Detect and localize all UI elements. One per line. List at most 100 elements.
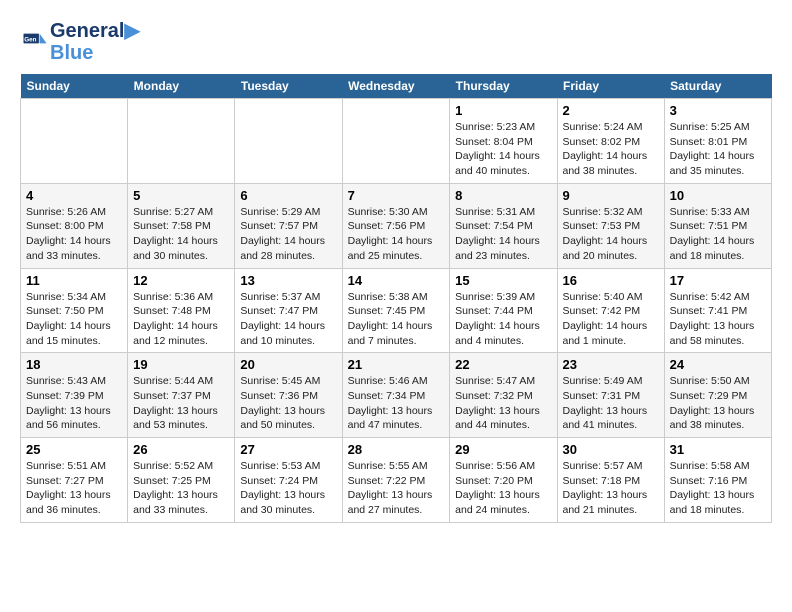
calendar-week-row: 18 Sunrise: 5:43 AM Sunset: 7:39 PM Dayli…	[21, 353, 772, 438]
calendar-cell: 17 Sunrise: 5:42 AM Sunset: 7:41 PM Dayli…	[664, 268, 771, 353]
day-number: 3	[670, 103, 766, 118]
day-number: 7	[348, 188, 445, 203]
calendar-cell: 19 Sunrise: 5:44 AM Sunset: 7:37 PM Dayli…	[128, 353, 235, 438]
calendar-cell: 12 Sunrise: 5:36 AM Sunset: 7:48 PM Dayli…	[128, 268, 235, 353]
calendar-cell: 22 Sunrise: 5:47 AM Sunset: 7:32 PM Dayli…	[450, 353, 557, 438]
day-number: 12	[133, 273, 229, 288]
calendar-cell	[342, 99, 450, 184]
page-header: Gen General▶ Blue	[20, 20, 772, 64]
day-info: Sunrise: 5:53 AM Sunset: 7:24 PM Dayligh…	[240, 459, 336, 518]
day-number: 19	[133, 357, 229, 372]
day-info: Sunrise: 5:23 AM Sunset: 8:04 PM Dayligh…	[455, 120, 551, 179]
day-info: Sunrise: 5:34 AM Sunset: 7:50 PM Dayligh…	[26, 290, 122, 349]
calendar-cell: 11 Sunrise: 5:34 AM Sunset: 7:50 PM Dayli…	[21, 268, 128, 353]
calendar-cell: 9 Sunrise: 5:32 AM Sunset: 7:53 PM Daylig…	[557, 183, 664, 268]
day-header-monday: Monday	[128, 74, 235, 99]
calendar-cell: 26Sunrise: 5:52 AM Sunset: 7:25 PM Dayli…	[128, 438, 235, 523]
day-info: Sunrise: 5:44 AM Sunset: 7:37 PM Dayligh…	[133, 374, 229, 433]
day-info: Sunrise: 5:40 AM Sunset: 7:42 PM Dayligh…	[563, 290, 659, 349]
day-info: Sunrise: 5:42 AM Sunset: 7:41 PM Dayligh…	[670, 290, 766, 349]
day-info: Sunrise: 5:26 AM Sunset: 8:00 PM Dayligh…	[26, 205, 122, 264]
calendar-cell: 6 Sunrise: 5:29 AM Sunset: 7:57 PM Daylig…	[235, 183, 342, 268]
day-info: Sunrise: 5:33 AM Sunset: 7:51 PM Dayligh…	[670, 205, 766, 264]
day-info: Sunrise: 5:24 AM Sunset: 8:02 PM Dayligh…	[563, 120, 659, 179]
calendar-cell	[128, 99, 235, 184]
day-number: 22	[455, 357, 551, 372]
day-header-tuesday: Tuesday	[235, 74, 342, 99]
day-number: 15	[455, 273, 551, 288]
calendar-cell: 24Sunrise: 5:50 AM Sunset: 7:29 PM Dayli…	[664, 353, 771, 438]
day-info: Sunrise: 5:45 AM Sunset: 7:36 PM Dayligh…	[240, 374, 336, 433]
day-info: Sunrise: 5:43 AM Sunset: 7:39 PM Dayligh…	[26, 374, 122, 433]
calendar-cell: 30 Sunrise: 5:57 AM Sunset: 7:18 PM Dayli…	[557, 438, 664, 523]
day-header-sunday: Sunday	[21, 74, 128, 99]
logo-icon: Gen	[20, 28, 48, 56]
day-header-friday: Friday	[557, 74, 664, 99]
day-info: Sunrise: 5:32 AM Sunset: 7:53 PM Dayligh…	[563, 205, 659, 264]
day-info: Sunrise: 5:55 AM Sunset: 7:22 PM Dayligh…	[348, 459, 445, 518]
calendar-cell	[235, 99, 342, 184]
svg-text:Gen: Gen	[24, 36, 36, 43]
calendar-cell: 10Sunrise: 5:33 AM Sunset: 7:51 PM Dayli…	[664, 183, 771, 268]
day-info: Sunrise: 5:39 AM Sunset: 7:44 PM Dayligh…	[455, 290, 551, 349]
day-number: 21	[348, 357, 445, 372]
day-number: 31	[670, 442, 766, 457]
calendar-cell: 23 Sunrise: 5:49 AM Sunset: 7:31 PM Dayli…	[557, 353, 664, 438]
calendar-cell: 29 Sunrise: 5:56 AM Sunset: 7:20 PM Dayli…	[450, 438, 557, 523]
calendar-cell: 4 Sunrise: 5:26 AM Sunset: 8:00 PM Daylig…	[21, 183, 128, 268]
calendar-week-row: 25 Sunrise: 5:51 AM Sunset: 7:27 PM Dayli…	[21, 438, 772, 523]
day-number: 23	[563, 357, 659, 372]
day-header-thursday: Thursday	[450, 74, 557, 99]
day-info: Sunrise: 5:51 AM Sunset: 7:27 PM Dayligh…	[26, 459, 122, 518]
day-number: 11	[26, 273, 122, 288]
day-info: Sunrise: 5:47 AM Sunset: 7:32 PM Dayligh…	[455, 374, 551, 433]
calendar-cell: 28Sunrise: 5:55 AM Sunset: 7:22 PM Dayli…	[342, 438, 450, 523]
calendar-cell: 14Sunrise: 5:38 AM Sunset: 7:45 PM Dayli…	[342, 268, 450, 353]
calendar-cell: 8 Sunrise: 5:31 AM Sunset: 7:54 PM Daylig…	[450, 183, 557, 268]
calendar-week-row: 4 Sunrise: 5:26 AM Sunset: 8:00 PM Daylig…	[21, 183, 772, 268]
calendar-cell: 13 Sunrise: 5:37 AM Sunset: 7:47 PM Dayli…	[235, 268, 342, 353]
day-info: Sunrise: 5:36 AM Sunset: 7:48 PM Dayligh…	[133, 290, 229, 349]
day-info: Sunrise: 5:50 AM Sunset: 7:29 PM Dayligh…	[670, 374, 766, 433]
day-header-saturday: Saturday	[664, 74, 771, 99]
day-header-wednesday: Wednesday	[342, 74, 450, 99]
calendar-cell: 31Sunrise: 5:58 AM Sunset: 7:16 PM Dayli…	[664, 438, 771, 523]
day-info: Sunrise: 5:57 AM Sunset: 7:18 PM Dayligh…	[563, 459, 659, 518]
day-number: 4	[26, 188, 122, 203]
day-number: 25	[26, 442, 122, 457]
day-info: Sunrise: 5:56 AM Sunset: 7:20 PM Dayligh…	[455, 459, 551, 518]
calendar-week-row: 1 Sunrise: 5:23 AM Sunset: 8:04 PM Daylig…	[21, 99, 772, 184]
day-number: 29	[455, 442, 551, 457]
day-info: Sunrise: 5:31 AM Sunset: 7:54 PM Dayligh…	[455, 205, 551, 264]
calendar-cell	[21, 99, 128, 184]
day-info: Sunrise: 5:27 AM Sunset: 7:58 PM Dayligh…	[133, 205, 229, 264]
day-number: 30	[563, 442, 659, 457]
day-number: 1	[455, 103, 551, 118]
day-info: Sunrise: 5:37 AM Sunset: 7:47 PM Dayligh…	[240, 290, 336, 349]
calendar-cell: 15 Sunrise: 5:39 AM Sunset: 7:44 PM Dayli…	[450, 268, 557, 353]
logo: Gen General▶ Blue	[20, 20, 140, 64]
day-number: 13	[240, 273, 336, 288]
day-info: Sunrise: 5:49 AM Sunset: 7:31 PM Dayligh…	[563, 374, 659, 433]
logo-line1: General▶	[50, 20, 140, 42]
day-info: Sunrise: 5:30 AM Sunset: 7:56 PM Dayligh…	[348, 205, 445, 264]
calendar-cell: 21Sunrise: 5:46 AM Sunset: 7:34 PM Dayli…	[342, 353, 450, 438]
day-number: 18	[26, 357, 122, 372]
day-number: 5	[133, 188, 229, 203]
day-number: 20	[240, 357, 336, 372]
day-info: Sunrise: 5:52 AM Sunset: 7:25 PM Dayligh…	[133, 459, 229, 518]
calendar-cell: 25 Sunrise: 5:51 AM Sunset: 7:27 PM Dayli…	[21, 438, 128, 523]
calendar-cell: 20 Sunrise: 5:45 AM Sunset: 7:36 PM Dayli…	[235, 353, 342, 438]
calendar-cell: 3Sunrise: 5:25 AM Sunset: 8:01 PM Daylig…	[664, 99, 771, 184]
day-number: 8	[455, 188, 551, 203]
day-info: Sunrise: 5:38 AM Sunset: 7:45 PM Dayligh…	[348, 290, 445, 349]
day-number: 17	[670, 273, 766, 288]
calendar-cell: 7 Sunrise: 5:30 AM Sunset: 7:56 PM Daylig…	[342, 183, 450, 268]
calendar-header-row: SundayMondayTuesdayWednesdayThursdayFrid…	[21, 74, 772, 99]
day-info: Sunrise: 5:29 AM Sunset: 7:57 PM Dayligh…	[240, 205, 336, 264]
day-number: 6	[240, 188, 336, 203]
day-number: 9	[563, 188, 659, 203]
calendar-cell: 5 Sunrise: 5:27 AM Sunset: 7:58 PM Daylig…	[128, 183, 235, 268]
calendar-table: SundayMondayTuesdayWednesdayThursdayFrid…	[20, 74, 772, 523]
logo-line2: Blue	[50, 42, 140, 64]
